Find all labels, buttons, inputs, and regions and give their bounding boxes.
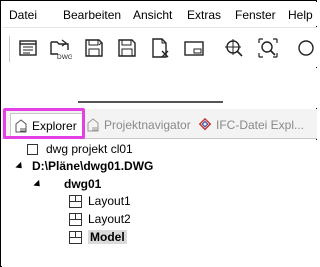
layout2-label: Layout2 [88,212,131,226]
panel-tab-strip: Explorer Projektnavigator IFC-Datei Expl… [2,109,317,139]
zoom-window-button[interactable] [256,36,280,60]
projektnavigator-tab-icon [87,118,99,132]
dwg-import-icon: DWG [50,39,72,60]
tab-ifc-datei-explorer[interactable]: IFC-Datei Expl... [198,113,304,137]
save-as-icon [118,39,136,57]
tree-node-file[interactable]: D:\Pläne\dwg01.DWG [15,157,154,175]
menu-ansicht[interactable]: Ansicht [133,8,172,22]
drawing-label: dwg01 [64,177,102,191]
expand-drawing-icon[interactable] [33,179,43,189]
zoom-extents-icon [225,39,243,57]
layout1-label: Layout1 [88,194,131,208]
toolbar-grip [9,36,10,62]
model-label: Model [88,230,127,244]
project-label: dwg projekt cl01 [46,142,133,156]
dwg-badge-text: DWG [57,54,72,60]
save-as-button[interactable] [115,36,139,60]
tree-node-layout1[interactable]: Layout1 [69,192,131,210]
close-document-button[interactable] [148,36,172,60]
file-label: D:\Pläne\dwg01.DWG [32,159,154,173]
zoom-window-icon [258,38,278,58]
menu-bearbeiten[interactable]: Bearbeiten [63,8,121,22]
zoom-extents-button[interactable] [222,36,246,60]
tree-node-project[interactable]: dwg projekt cl01 [27,140,133,158]
menu-fenster[interactable]: Fenster [235,8,276,22]
menu-extras[interactable]: Extras [187,8,221,22]
tab-projektnavigator-label: Projektnavigator [104,118,191,132]
properties-icon [19,40,37,56]
tree-node-layout2[interactable]: Layout2 [69,210,131,228]
save-icon [85,39,103,57]
menu-bar: Datei Bearbeiten Ansicht Extras Fenster … [2,2,317,26]
tree-node-model[interactable]: Model [69,228,127,246]
expand-file-icon[interactable] [15,161,25,171]
menu-help[interactable]: Help [288,8,313,22]
menu-datei[interactable]: Datei [9,8,37,22]
pan-icon [298,40,314,56]
close-document-icon [152,38,169,58]
model-icon [69,230,82,244]
window-icon [184,41,204,56]
tab-projektnavigator[interactable]: Projektnavigator [86,113,191,137]
tab-ifc-label: IFC-Datei Expl... [216,118,305,132]
save-button[interactable] [82,36,106,60]
explorer-tree: dwg projekt cl01 D:\Pläne\dwg01.DWG dwg0… [2,140,317,267]
application-window: Datei Bearbeiten Ansicht Extras Fenster … [0,0,317,267]
tab-explorer-label: Explorer [32,118,77,133]
explorer-tab-icon [15,118,27,132]
layout-icon [69,194,82,208]
tree-node-drawing[interactable]: dwg01 [33,175,102,193]
window-button[interactable] [182,36,206,60]
ifc-tab-icon [198,117,212,131]
toolbar: DWG [2,27,317,67]
layout-icon [69,212,82,226]
properties-button[interactable] [16,36,40,60]
splitter-handle[interactable] [78,101,223,103]
dwg-import-button[interactable]: DWG [48,36,72,60]
pan-button[interactable] [294,36,318,60]
project-checkbox[interactable] [27,143,38,155]
tab-explorer[interactable]: Explorer [10,113,84,137]
